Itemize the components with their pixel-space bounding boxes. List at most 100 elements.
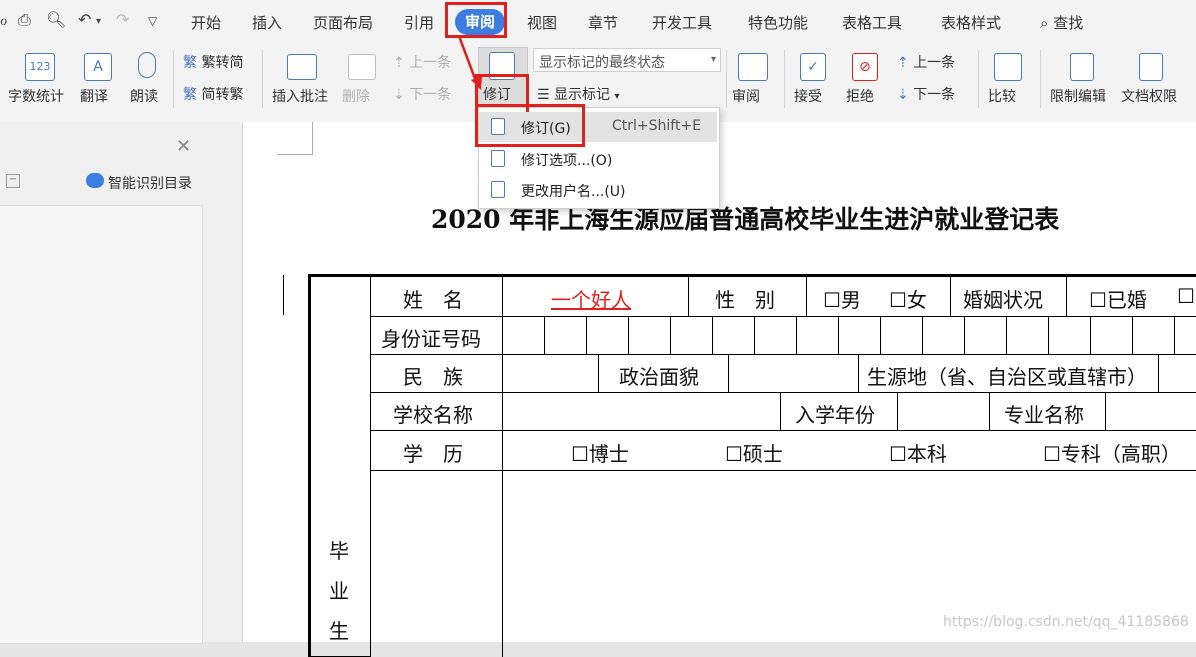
menu-item-change-username[interactable]: 更改用户名...(U): [479, 175, 717, 205]
word-count-button[interactable]: 123 字数统计: [8, 50, 74, 106]
chevron-down-icon: ▾: [710, 54, 716, 65]
origin-label-cell: 生源地（省、自治区或直辖市）: [859, 355, 1159, 393]
tab-special[interactable]: 特色功能: [748, 12, 808, 33]
search-icon: ⌕: [1040, 14, 1049, 32]
edu-options-cell: ☐博士 ☐硕士 ☐本科 ☐专科（高职）: [503, 431, 1196, 471]
next-change-button[interactable]: ⇣ 下一条: [897, 84, 955, 104]
review-pane-button[interactable]: 审阅: [732, 50, 776, 106]
major-value-cell[interactable]: [1106, 393, 1196, 431]
quick-access-partial-icon[interactable]: ℴ: [0, 10, 7, 29]
next-comment-button[interactable]: ⇣ 下一条: [393, 84, 451, 104]
user-doc-icon: [491, 181, 505, 198]
enroll-label: 入学年份: [795, 403, 875, 427]
translate-label: 翻译: [80, 89, 108, 105]
name-value-cell[interactable]: 一个好人: [503, 277, 689, 317]
undo-dropdown-icon[interactable]: ▾: [96, 16, 101, 27]
print-preview-icon[interactable]: 🔍︎: [46, 10, 66, 29]
reject-button[interactable]: ⊘ 拒绝: [844, 50, 888, 106]
history-label-cell: [371, 471, 503, 657]
major-label: 专业名称: [1004, 403, 1084, 427]
tab-insert[interactable]: 插入: [252, 12, 282, 33]
show-markup-button[interactable]: ☰ 显示标记 ▾: [537, 84, 620, 104]
side-char: 生: [329, 619, 349, 643]
search-box[interactable]: ⌕ 查找: [1040, 12, 1083, 33]
id-number-boxes[interactable]: [503, 317, 1196, 355]
name-value: 一个好人: [551, 288, 631, 312]
settings-doc-icon: [491, 150, 505, 167]
gender-label-cell: 性 别: [689, 277, 807, 317]
doc-rights-icon: [1139, 53, 1163, 81]
tab-table-style[interactable]: 表格样式: [941, 12, 1001, 33]
menu-item-shortcut: Ctrl+Shift+E: [612, 118, 702, 134]
name-label-cell: 姓 名: [371, 277, 503, 317]
ethnic-value-cell[interactable]: [503, 355, 599, 393]
trad-to-simp-button[interactable]: 繁 繁转简: [183, 52, 243, 72]
collapse-icon[interactable]: −: [6, 174, 20, 188]
delete-comment-button[interactable]: 删除: [342, 50, 386, 106]
show-markup-label: 显示标记: [554, 87, 611, 103]
prev-comment-button[interactable]: ⇡ 上一条: [393, 52, 451, 72]
tab-view[interactable]: 视图: [527, 12, 557, 33]
tab-table-tools[interactable]: 表格工具: [842, 12, 902, 33]
side-label-cell: 毕 业 生: [311, 277, 371, 657]
tab-page-layout[interactable]: 页面布局: [313, 12, 373, 33]
unmarried-checkbox[interactable]: ☐: [1177, 284, 1195, 308]
close-icon[interactable]: ✕: [176, 136, 191, 157]
married-checkbox[interactable]: ☐已婚: [1089, 284, 1147, 313]
translate-icon: A: [84, 53, 112, 81]
college-checkbox[interactable]: ☐专科（高职）: [1043, 438, 1181, 467]
restrict-edit-label: 限制编辑: [1050, 89, 1106, 105]
chevron-down-icon: ▾: [614, 91, 620, 102]
marital-options-cell: ☐已婚 ☐: [1067, 277, 1196, 317]
enroll-label-cell: 入学年份: [781, 393, 898, 431]
origin-value-cell[interactable]: [1159, 355, 1196, 393]
bachelor-checkbox[interactable]: ☐本科: [889, 438, 947, 467]
ethnic-label: 民 族: [403, 365, 463, 389]
simp-to-trad-button[interactable]: 繁 简转繁: [183, 84, 243, 104]
show-markup-icon: ☰: [537, 87, 550, 103]
accept-label: 接受: [794, 89, 822, 105]
translate-button[interactable]: A 翻译: [80, 50, 122, 106]
compare-button[interactable]: 比较: [986, 50, 1030, 106]
redo-icon[interactable]: ↷: [116, 10, 129, 29]
gender-label: 性 别: [715, 288, 775, 312]
master-checkbox[interactable]: ☐硕士: [725, 438, 783, 467]
review-pane-icon: [738, 53, 768, 81]
school-value-cell[interactable]: [503, 393, 781, 431]
prev-change-button[interactable]: ⇡ 上一条: [897, 52, 955, 72]
review-label: 审阅: [732, 89, 760, 105]
accept-button[interactable]: ✓ 接受: [792, 50, 836, 106]
search-label: 查找: [1053, 14, 1084, 32]
female-checkbox[interactable]: ☐女: [889, 284, 927, 313]
next-comment-icon: ⇣: [393, 87, 405, 103]
smart-toc-icon: [86, 173, 104, 188]
political-value-cell[interactable]: [729, 355, 859, 393]
ribbon-separator: [726, 50, 727, 108]
marital-label-cell: 婚姻状况: [951, 277, 1067, 317]
doc-rights-button[interactable]: 文档权限: [1121, 50, 1185, 106]
next-comment-label: 下一条: [409, 87, 452, 103]
enroll-value-cell[interactable]: [898, 393, 990, 431]
male-checkbox[interactable]: ☐男: [823, 284, 861, 313]
origin-label: 生源地（省、自治区或直辖市）: [867, 365, 1147, 389]
markup-mode-select[interactable]: 显示标记的最终状态 ▾: [533, 48, 721, 72]
customize-dropdown-icon[interactable]: ▽: [148, 14, 157, 28]
ribbon-separator: [262, 50, 263, 108]
smart-toc-link[interactable]: 智能识别目录: [108, 173, 192, 193]
tab-chapter[interactable]: 章节: [588, 12, 618, 33]
tab-developer[interactable]: 开发工具: [652, 12, 712, 33]
undo-icon[interactable]: ↶: [78, 10, 91, 29]
delete-label: 删除: [342, 89, 370, 105]
insert-comment-button[interactable]: 插入批注: [270, 50, 334, 106]
read-aloud-label: 朗读: [130, 89, 158, 105]
edu-label-cell: 学 历: [371, 431, 503, 471]
phd-checkbox[interactable]: ☐博士: [571, 438, 629, 467]
restrict-edit-button[interactable]: 限制编辑: [1050, 50, 1114, 106]
tab-home[interactable]: 开始: [191, 12, 221, 33]
name-label: 姓 名: [403, 288, 463, 312]
print-icon[interactable]: ⎙: [18, 10, 31, 30]
doc-rights-label: 文档权限: [1121, 89, 1177, 105]
read-aloud-button[interactable]: 朗读: [130, 50, 166, 106]
tab-references[interactable]: 引用: [404, 12, 434, 33]
menu-item-track-options[interactable]: 修订选项...(O): [479, 144, 717, 174]
